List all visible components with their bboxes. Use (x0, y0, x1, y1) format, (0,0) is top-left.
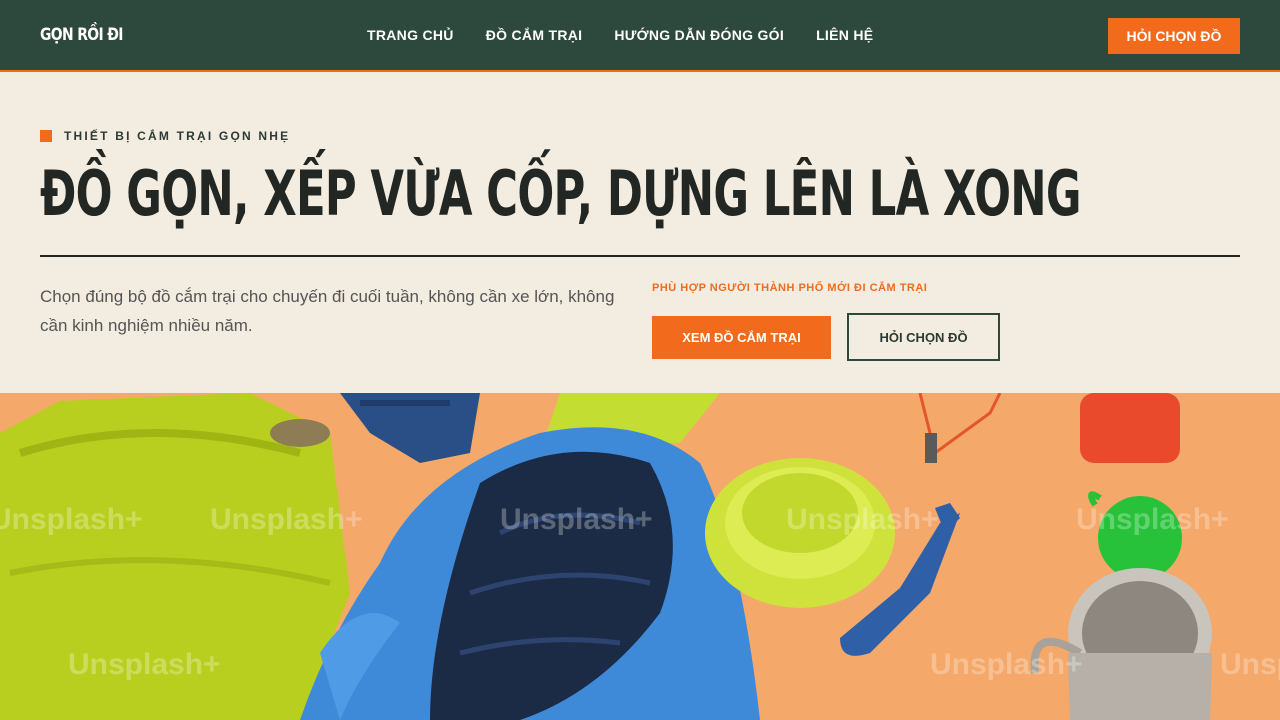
watermark-text: Unsplash+ (500, 503, 653, 536)
hero-lead: Chọn đúng bộ đồ cắm trại cho chuyến đi c… (40, 287, 615, 335)
nav-link-packing-guide[interactable]: HƯỚNG DẪN ĐÓNG GÓI (614, 27, 784, 43)
main-menu: TRANG CHỦ ĐỒ CẮM TRẠI HƯỚNG DẪN ĐÓNG GÓI… (367, 27, 873, 43)
top-navbar: GỌN RỒI ĐI TRANG CHỦ ĐỒ CẮM TRẠI HƯỚNG D… (0, 0, 1280, 72)
watermark-text: Unsplash+ (0, 503, 143, 536)
watermark-text: Unsplash+ (68, 648, 221, 681)
hero-section: THIẾT BỊ CẮM TRẠI GỌN NHẸ ĐỒ GỌN, XẾP VỪ… (0, 74, 1280, 393)
watermark-text: Unsplash+ (930, 648, 1083, 681)
eyebrow-text: THIẾT BỊ CẮM TRẠI GỌN NHẸ (64, 129, 291, 143)
red-bottle (1080, 393, 1180, 463)
site-logo[interactable]: GỌN RỒI ĐI (40, 25, 123, 45)
watermark-text: Unsplash+ (1076, 503, 1229, 536)
nav-link-camping-gear[interactable]: ĐỒ CẮM TRẠI (486, 27, 583, 43)
ask-gear-button[interactable]: HỎI CHỌN ĐỒ (847, 313, 1000, 361)
nav-link-home[interactable]: TRANG CHỦ (367, 27, 454, 43)
hero-photo: Unsplash+ Unsplash+ Unsplash+ Unsplash+ … (0, 393, 1280, 720)
nav-link-contact[interactable]: LIÊN HỆ (816, 27, 873, 43)
hero-title: ĐỒ GỌN, XẾP VỪA CỐP, DỰNG LÊN LÀ XONG (40, 157, 1082, 230)
nav-ask-button[interactable]: HỎI CHỌN ĐỒ (1108, 18, 1240, 54)
watermark-text: Unsplash+ (786, 503, 939, 536)
watermark-text: Unsplash+ (210, 503, 363, 536)
eyebrow-square-icon (40, 130, 52, 142)
view-gear-button[interactable]: XEM ĐỒ CẮM TRẠI (652, 316, 831, 359)
hero-fit-note: PHÙ HỢP NGƯỜI THÀNH PHỐ MỚI ĐI CẮM TRẠI (652, 282, 928, 294)
hero-eyebrow: THIẾT BỊ CẮM TRẠI GỌN NHẸ (40, 129, 290, 143)
watermark-text: Unsplash+ (1220, 648, 1280, 681)
hero-divider (40, 255, 1240, 257)
cord-lock (925, 433, 937, 463)
